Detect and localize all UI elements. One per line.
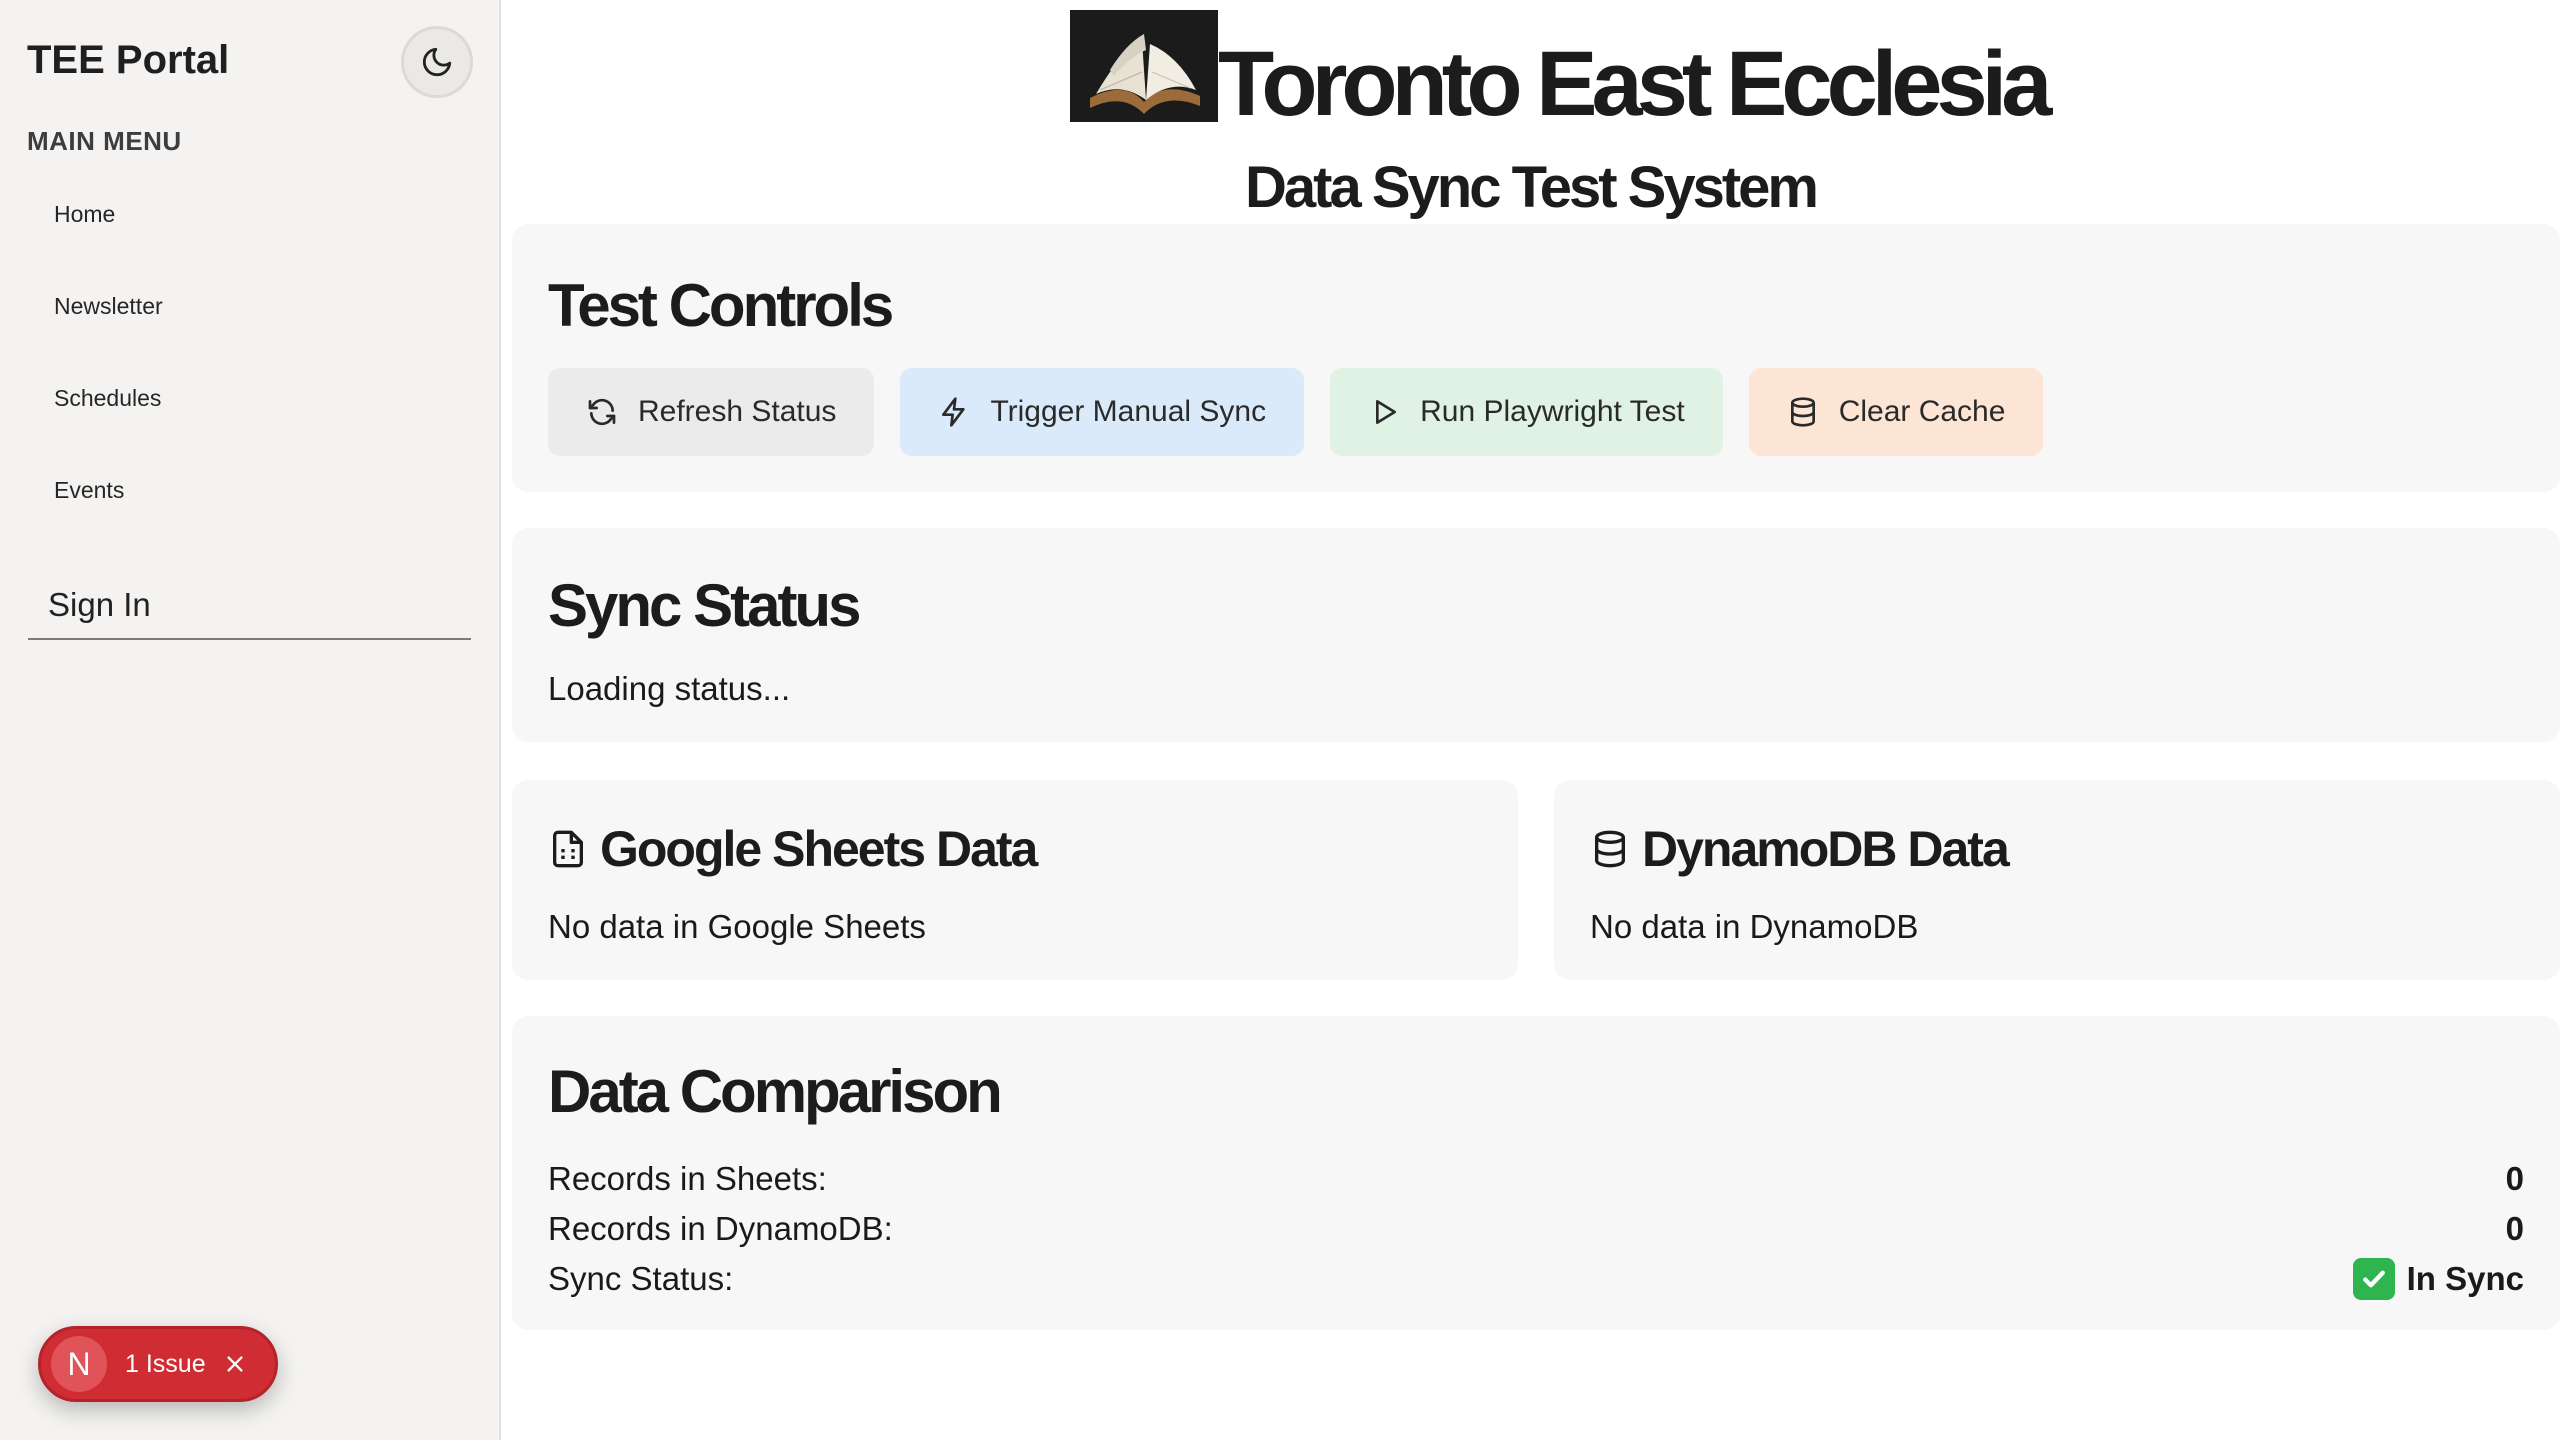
comparison-row: Records in DynamoDB: 0 — [548, 1204, 2524, 1254]
next-logo-badge: N — [51, 1336, 107, 1392]
google-sheets-title-row: Google Sheets Data — [548, 821, 1038, 877]
trigger-manual-sync-button[interactable]: Trigger Manual Sync — [900, 368, 1305, 456]
refresh-status-label: Refresh Status — [638, 395, 837, 428]
data-comparison-card: Data Comparison Records in Sheets: 0 Rec… — [512, 1016, 2560, 1330]
comparison-rows: Records in Sheets: 0 Records in DynamoDB… — [548, 1154, 2524, 1304]
comparison-row: Sync Status: In Sync — [548, 1254, 2524, 1304]
database-icon — [1790, 397, 1815, 427]
comparison-value: 0 — [2505, 1160, 2524, 1197]
dynamodb-text: No data in DynamoDB — [1590, 908, 1919, 945]
comparison-label: Sync Status: — [548, 1260, 734, 1297]
refresh-status-button[interactable]: Refresh Status — [548, 368, 875, 456]
refresh-icon — [588, 398, 616, 426]
nav-item-events[interactable]: Events — [27, 444, 473, 536]
comparison-label: Records in DynamoDB: — [548, 1210, 893, 1247]
database-icon — [1595, 830, 1625, 868]
sidebar: TEE Portal MAIN MENU Home Newsletter Sch… — [0, 0, 501, 1440]
google-sheets-text: No data in Google Sheets — [548, 908, 926, 945]
sync-state-text: In Sync — [2406, 1260, 2524, 1297]
test-controls-card: Test Controls Refresh Status Trigger Man… — [512, 224, 2560, 492]
google-sheets-heading: Google Sheets Data — [600, 821, 1038, 877]
controls-button-row: Refresh Status Trigger Manual Sync Run P… — [548, 368, 2044, 456]
data-comparison-heading: Data Comparison — [548, 1058, 1003, 1125]
check-mark-icon — [2352, 1258, 2395, 1300]
issue-count: 1 Issue — [125, 1349, 206, 1378]
nav-item-newsletter[interactable]: Newsletter — [27, 260, 473, 352]
comparison-value: 0 — [2505, 1210, 2524, 1247]
lightning-icon — [942, 397, 966, 427]
run-playwright-test-button[interactable]: Run Playwright Test — [1330, 368, 1723, 456]
bible-image — [1070, 10, 1218, 122]
comparison-row: Records in Sheets: 0 — [548, 1154, 2524, 1204]
dynamodb-title-row: DynamoDB Data — [1590, 821, 2010, 877]
menu-title: MAIN MENU — [27, 126, 182, 156]
brand-title: TEE Portal — [27, 38, 230, 82]
sync-status-heading: Sync Status — [548, 572, 861, 639]
spreadsheet-file-icon — [553, 830, 583, 868]
sign-in-link[interactable]: Sign In — [28, 572, 471, 640]
close-icon[interactable] — [222, 1351, 248, 1377]
dynamodb-card: DynamoDB Data No data in DynamoDB — [1554, 780, 2560, 980]
test-controls-heading: Test Controls — [548, 272, 894, 339]
clear-cache-button[interactable]: Clear Cache — [1748, 368, 2044, 456]
nav-item-schedules[interactable]: Schedules — [27, 352, 473, 444]
clear-cache-label: Clear Cache — [1838, 395, 2006, 428]
moon-icon — [422, 47, 452, 77]
page-subtitle: Data Sync Test System — [1245, 155, 1819, 220]
google-sheets-card: Google Sheets Data No data in Google She… — [512, 780, 1518, 980]
nav-item-home[interactable]: Home — [27, 168, 473, 260]
run-playwright-test-label: Run Playwright Test — [1420, 395, 1685, 428]
app: TEE Portal MAIN MENU Home Newsletter Sch… — [0, 0, 2560, 1440]
dynamodb-heading: DynamoDB Data — [1642, 821, 2010, 877]
comparison-label: Records in Sheets: — [548, 1160, 827, 1197]
page-title: Toronto East Ecclesia — [1218, 33, 2052, 135]
sync-status-text: Loading status... — [548, 670, 791, 707]
theme-toggle-button[interactable] — [401, 26, 473, 98]
issues-indicator-button[interactable]: N 1 Issue — [38, 1326, 278, 1402]
trigger-manual-sync-label: Trigger Manual Sync — [990, 395, 1267, 428]
play-icon — [1376, 400, 1397, 424]
sync-status-card: Sync Status Loading status... — [512, 528, 2560, 742]
sync-state-badge: In Sync — [2352, 1258, 2524, 1300]
main-menu: Home Newsletter Schedules Events — [27, 168, 473, 536]
